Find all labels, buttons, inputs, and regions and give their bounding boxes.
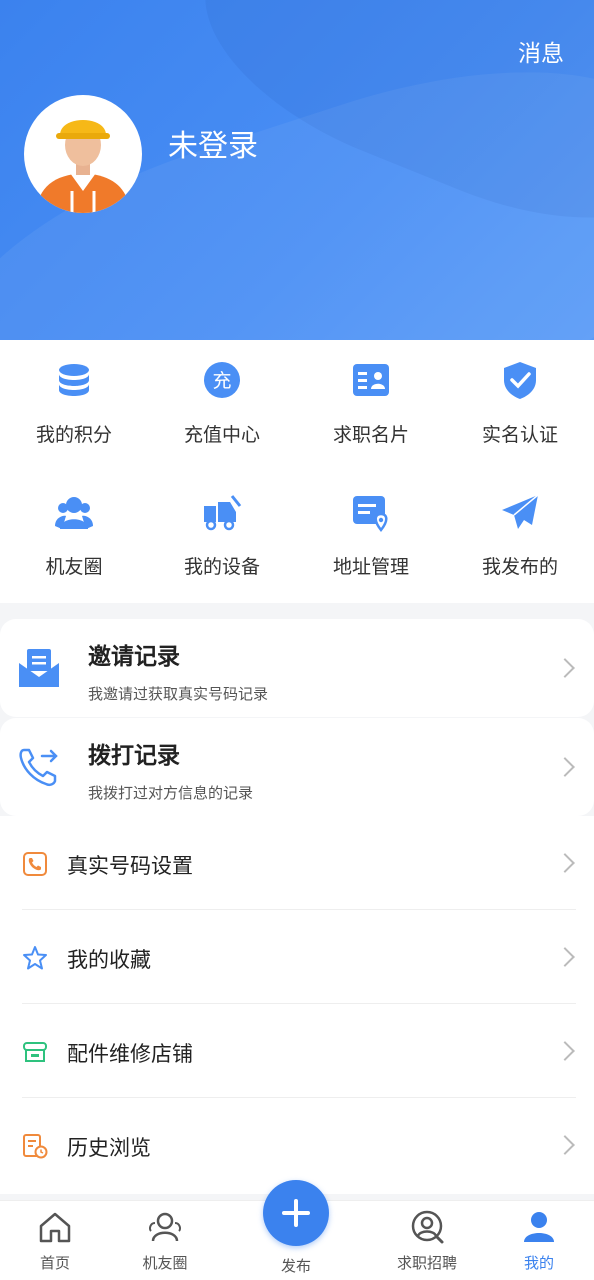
- grid-item-points[interactable]: 我的积分: [0, 340, 148, 460]
- paper-plane-icon: [502, 494, 539, 529]
- grid-item-equipment[interactable]: 我的设备: [148, 472, 296, 592]
- plus-icon: [282, 1199, 310, 1227]
- recharge-icon: 充: [204, 362, 240, 398]
- shop-icon: [23, 1042, 47, 1062]
- truck-icon: [204, 495, 242, 531]
- list-label: 我的收藏: [67, 948, 151, 972]
- coins-icon: [59, 364, 89, 396]
- phone-settings-icon: [23, 852, 47, 876]
- list-label: 真实号码设置: [67, 854, 193, 878]
- grid-label: 机友圈: [45, 556, 103, 578]
- chevron-right-icon: [555, 1041, 575, 1061]
- grid-label: 我发布的: [481, 556, 558, 578]
- chevron-right-icon: [555, 1135, 575, 1155]
- chevron-right-icon: [555, 947, 575, 967]
- card-title: 邀请记录: [88, 644, 180, 670]
- job-search-icon: [411, 1210, 444, 1244]
- card-title: 拨打记录: [88, 743, 180, 769]
- shield-check-icon: [504, 362, 536, 399]
- star-icon: [23, 946, 47, 970]
- publish-button[interactable]: [263, 1180, 329, 1246]
- grid-label: 充值中心: [183, 424, 260, 446]
- history-icon: [23, 1134, 48, 1159]
- grid-label: 地址管理: [332, 556, 409, 578]
- grid-label: 我的设备: [183, 556, 260, 578]
- recharge-icon-text: 充: [212, 370, 231, 392]
- tab-friends[interactable]: 机友圈: [110, 1201, 220, 1280]
- grid-label: 求职名片: [332, 424, 409, 446]
- id-card-icon: [353, 364, 389, 396]
- list-label: 配件维修店铺: [67, 1042, 193, 1066]
- people-icon: [55, 497, 93, 529]
- settings-list: 真实号码设置 我的收藏 配件维修店铺 历史浏览: [0, 816, 594, 1194]
- grid-item-verification[interactable]: 实名认证: [446, 340, 594, 460]
- grid-item-job-card[interactable]: 求职名片: [297, 340, 445, 460]
- list-label: 历史浏览: [67, 1136, 151, 1160]
- grid-item-address[interactable]: 地址管理: [297, 472, 445, 592]
- friends-icon: [149, 1212, 181, 1242]
- card-subtitle: 我拨打过对方信息的记录: [88, 784, 254, 802]
- profile-header: 消息 未登录: [0, 0, 594, 340]
- chevron-right-icon: [555, 853, 575, 873]
- user-icon: [524, 1212, 554, 1242]
- tab-mine[interactable]: 我的: [484, 1201, 594, 1280]
- list-item-real-number[interactable]: 真实号码设置: [0, 816, 594, 910]
- grid-item-my-posts[interactable]: 我发布的: [446, 472, 594, 592]
- list-item-history[interactable]: 历史浏览: [0, 1098, 594, 1192]
- tab-home[interactable]: 首页: [0, 1201, 110, 1280]
- invite-record-card[interactable]: 邀请记录 我邀请过获取真实号码记录: [0, 619, 594, 717]
- list-item-parts-shop[interactable]: 配件维修店铺: [0, 1004, 594, 1098]
- chevron-right-icon: [555, 658, 575, 678]
- grid-label: 实名认证: [481, 424, 558, 446]
- messages-link[interactable]: 消息: [518, 34, 564, 68]
- tab-label: 首页: [39, 1254, 70, 1272]
- tab-label: 我的: [523, 1254, 554, 1272]
- tab-jobs[interactable]: 求职招聘: [372, 1201, 482, 1280]
- call-record-card[interactable]: 拨打记录 我拨打过对方信息的记录: [0, 718, 594, 816]
- avatar[interactable]: [24, 95, 142, 213]
- function-grid: 我的积分 充 充值中心 求职名片 实名认证 机友圈 我的设备 地址管理 我发布的: [0, 340, 594, 603]
- tab-label: 机友圈: [142, 1254, 188, 1272]
- list-item-favorites[interactable]: 我的收藏: [0, 910, 594, 1004]
- phone-outgoing-icon: [19, 748, 58, 787]
- location-card-icon: [353, 496, 388, 532]
- chevron-right-icon: [555, 757, 575, 777]
- mail-tray-icon: [19, 649, 59, 687]
- grid-item-circle[interactable]: 机友圈: [0, 472, 148, 592]
- publish-label: 发布: [280, 1257, 311, 1275]
- tab-label: 求职招聘: [396, 1254, 457, 1272]
- user-name[interactable]: 未登录: [168, 121, 258, 165]
- worker-avatar-icon: [36, 120, 130, 213]
- card-subtitle: 我邀请过获取真实号码记录: [88, 685, 269, 703]
- home-icon: [39, 1212, 71, 1243]
- grid-label: 我的积分: [35, 424, 112, 446]
- grid-item-recharge[interactable]: 充 充值中心: [148, 340, 296, 460]
